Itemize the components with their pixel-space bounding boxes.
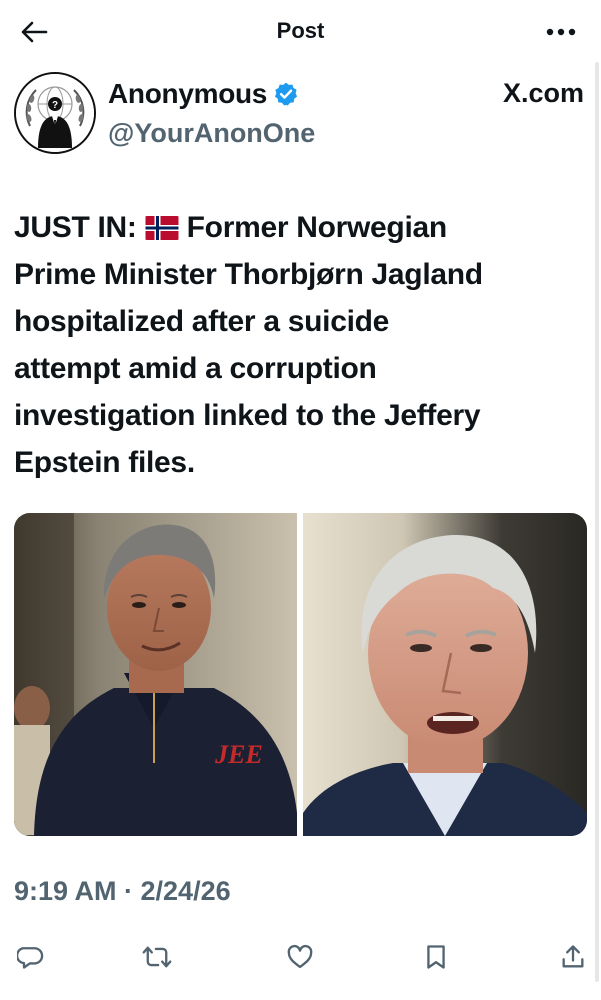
person-photo-1: JEE <box>14 513 297 836</box>
like-icon <box>287 944 313 969</box>
share-button[interactable] <box>556 940 590 974</box>
source-label: X.com <box>502 78 584 108</box>
author-name-text: Anonymous <box>108 78 268 109</box>
media-photo-2[interactable] <box>303 513 587 836</box>
svg-text:?: ? <box>52 100 58 111</box>
avatar[interactable]: ? <box>14 72 96 154</box>
svg-text:JEE: JEE <box>214 740 263 769</box>
scrollbar[interactable] <box>595 62 599 982</box>
post-text-body: Former Norwegian Prime Minister Thorbjør… <box>14 211 483 479</box>
author-handle[interactable]: @YourAnonOne <box>108 118 315 149</box>
bookmark-icon <box>427 945 445 969</box>
media-photo-1[interactable]: JEE <box>14 513 297 836</box>
bookmark-button[interactable] <box>419 940 453 974</box>
action-bar <box>0 934 601 978</box>
top-bar: Post <box>0 0 601 62</box>
more-button[interactable] <box>543 16 579 48</box>
reply-icon <box>17 947 44 969</box>
person-photo-2 <box>303 513 587 836</box>
post-text: JUST IN: Former Norwegian Prime Minister… <box>14 204 574 486</box>
norway-flag-icon <box>145 216 179 240</box>
author-name[interactable]: Anonymous <box>108 78 299 110</box>
page-title: Post <box>276 18 325 43</box>
verified-badge-icon <box>275 82 298 106</box>
repost-button[interactable] <box>140 940 174 974</box>
like-button[interactable] <box>283 940 317 974</box>
post-timestamp: 9:19 AM · 2/24/26 <box>14 876 231 906</box>
post-author: ? Anonymous @YourAnonOne X.com <box>14 70 584 160</box>
more-horizontal-icon <box>546 28 576 36</box>
anonymous-mask-logo: ? <box>16 74 94 152</box>
post-media[interactable]: JEE <box>14 513 587 836</box>
reply-button[interactable] <box>14 940 48 974</box>
repost-icon <box>142 946 172 968</box>
share-icon <box>562 945 584 968</box>
post-text-prefix: JUST IN: <box>14 211 145 244</box>
